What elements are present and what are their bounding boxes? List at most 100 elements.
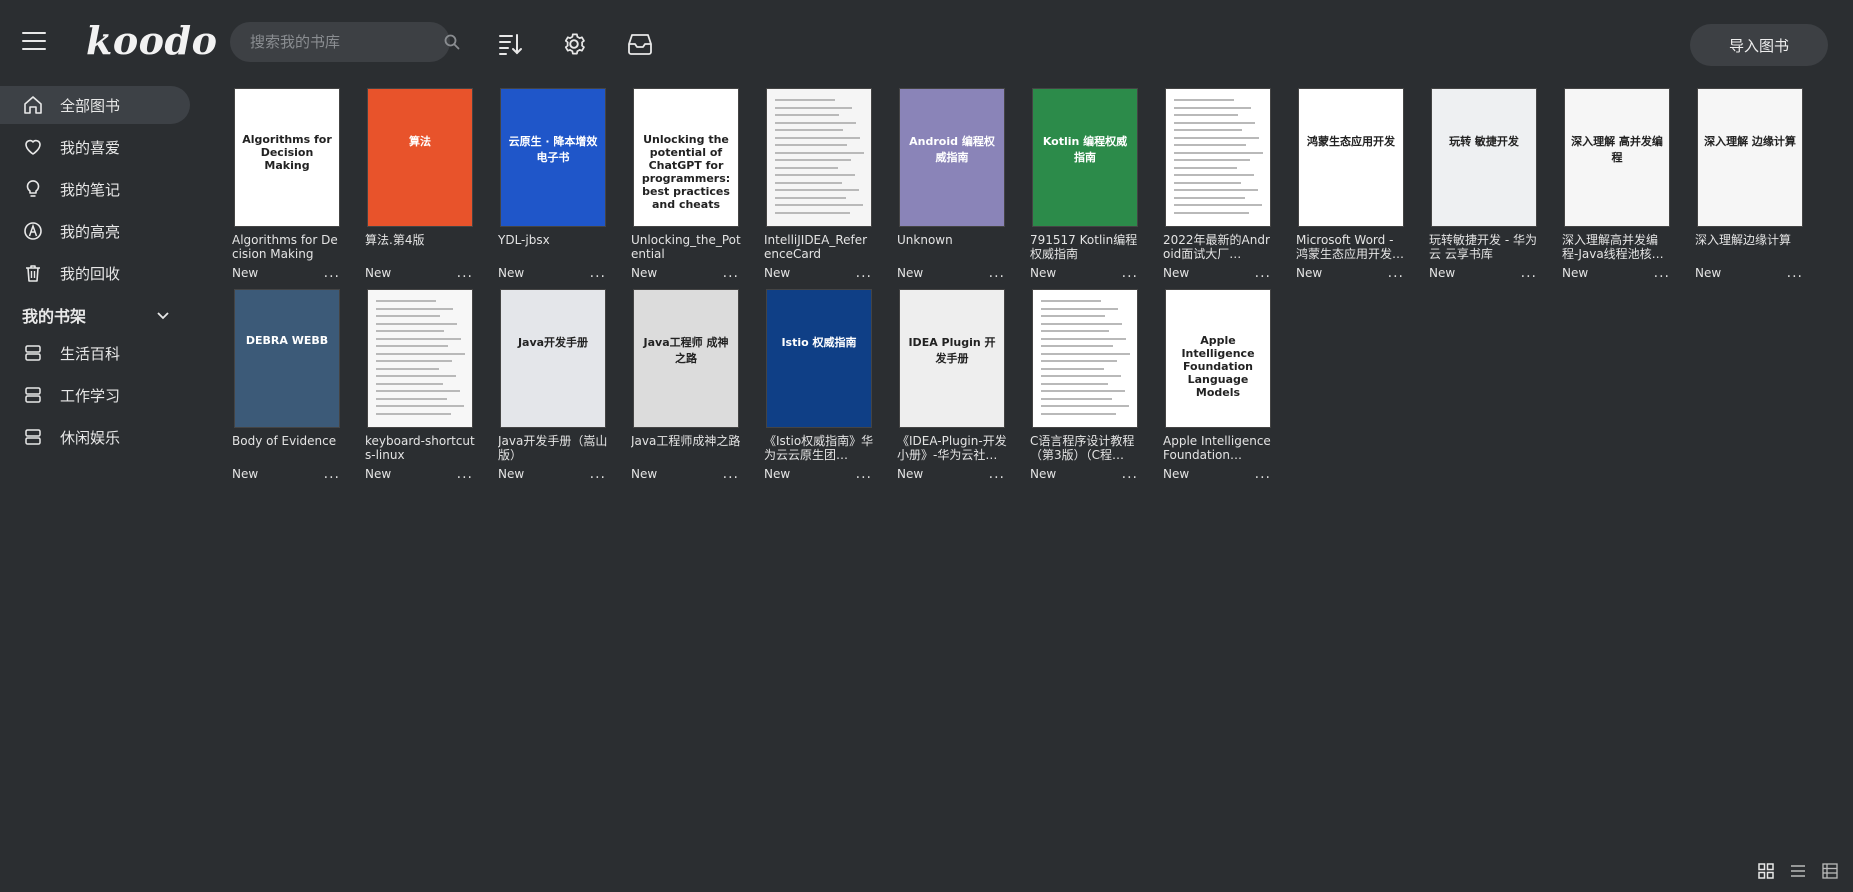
book-cover[interactable]	[1032, 289, 1138, 428]
sidebar-item-label: 我的喜爱	[60, 138, 121, 157]
book-card[interactable]: Algorithms for Decision Making Algorithms…	[232, 88, 342, 280]
cover-text-line	[775, 144, 847, 146]
book-cover[interactable]	[766, 88, 872, 227]
book-cover[interactable]: 鸿蒙生态应用开发	[1298, 88, 1404, 227]
book-cover[interactable]: 云原生 · 降本增效电子书	[500, 88, 606, 227]
book-status-badge: New	[232, 467, 259, 481]
shelf-item-label: 工作学习	[60, 386, 121, 405]
book-meta: New...	[1030, 266, 1140, 280]
search-input[interactable]	[250, 33, 444, 51]
book-card[interactable]: C语言程序设计教程（第3版）（C程… New...	[1030, 289, 1140, 481]
book-cover[interactable]: 算法	[367, 88, 473, 227]
book-title: IntelliJIDEA_ReferenceCard	[764, 233, 868, 261]
more-options-icon[interactable]: ...	[723, 266, 741, 280]
book-card[interactable]: Android 编程权威指南 Unknown New...	[897, 88, 1007, 280]
search-icon[interactable]	[444, 32, 460, 52]
book-cover-text: 算法	[409, 135, 431, 148]
cover-text-line	[775, 189, 859, 191]
book-card[interactable]: 深入理解 高并发编程 深入理解高并发编程-Java线程池核… New...	[1562, 88, 1672, 280]
more-options-icon[interactable]: ...	[856, 266, 874, 280]
shelf-item-leisure[interactable]: 休闲娱乐	[0, 418, 190, 456]
book-card[interactable]: 深入理解 边缘计算 深入理解边缘计算 New...	[1695, 88, 1805, 280]
more-options-icon[interactable]: ...	[856, 467, 874, 481]
search-box[interactable]	[230, 22, 460, 62]
book-cover[interactable]: IDEA Plugin 开发手册	[899, 289, 1005, 428]
table-view-icon[interactable]	[1821, 862, 1839, 880]
shelf-item-work[interactable]: 工作学习	[0, 376, 190, 414]
more-options-icon[interactable]: ...	[1122, 467, 1140, 481]
book-cover[interactable]: Unlocking the potential of ChatGPT for p…	[633, 88, 739, 227]
book-cover[interactable]: Android 编程权威指南	[899, 88, 1005, 227]
book-card[interactable]: 玩转 敏捷开发 玩转敏捷开发 - 华为云 云享书库 New...	[1429, 88, 1539, 280]
book-cover[interactable]: Apple Intelligence Foundation Language M…	[1165, 289, 1271, 428]
sidebar-item-notes[interactable]: 我的笔记	[0, 170, 190, 208]
more-options-icon[interactable]: ...	[723, 467, 741, 481]
book-cover[interactable]: 深入理解 高并发编程	[1564, 88, 1670, 227]
more-options-icon[interactable]: ...	[457, 467, 475, 481]
grid-view-icon[interactable]	[1757, 862, 1775, 880]
sidebar-item-all-books[interactable]: 全部图书	[0, 86, 190, 124]
book-card[interactable]: Apple Intelligence Foundation Language M…	[1163, 289, 1273, 481]
more-options-icon[interactable]: ...	[457, 266, 475, 280]
shelf-header[interactable]: 我的书架	[0, 296, 190, 334]
menu-icon[interactable]	[22, 32, 46, 54]
book-card[interactable]: Istio 权威指南 《Istio权威指南》华为云云原生团… New...	[764, 289, 874, 481]
more-options-icon[interactable]: ...	[590, 266, 608, 280]
book-cover[interactable]: Algorithms for Decision Making	[234, 88, 340, 227]
book-card[interactable]: DEBRA WEBB Body of Evidence New...	[232, 289, 342, 481]
book-cover[interactable]	[367, 289, 473, 428]
book-card[interactable]: Unlocking the potential of ChatGPT for p…	[631, 88, 741, 280]
sidebar-item-trash[interactable]: 我的回收	[0, 254, 190, 292]
chevron-down-icon[interactable]	[156, 306, 170, 325]
more-options-icon[interactable]: ...	[989, 467, 1007, 481]
book-cover[interactable]: Kotlin 编程权威指南	[1032, 88, 1138, 227]
book-card[interactable]: Java开发手册 Java开发手册（嵩山版） New...	[498, 289, 608, 481]
inbox-icon[interactable]	[626, 30, 654, 58]
book-cover[interactable]: Java工程师 成神之路	[633, 289, 739, 428]
book-cover-text: Apple Intelligence Foundation Language M…	[1181, 334, 1255, 399]
sort-icon[interactable]	[496, 30, 524, 58]
more-options-icon[interactable]: ...	[1255, 467, 1273, 481]
list-view-icon[interactable]	[1789, 862, 1807, 880]
more-options-icon[interactable]: ...	[1388, 266, 1406, 280]
book-card[interactable]: 鸿蒙生态应用开发 Microsoft Word - 鸿蒙生态应用开发… New...	[1296, 88, 1406, 280]
gear-icon[interactable]	[560, 30, 588, 58]
book-cover[interactable]: 深入理解 边缘计算	[1697, 88, 1803, 227]
book-cover[interactable]: DEBRA WEBB	[234, 289, 340, 428]
book-cover[interactable]: 玩转 敏捷开发	[1431, 88, 1537, 227]
import-books-button[interactable]: 导入图书	[1690, 24, 1828, 66]
book-status-badge: New	[1429, 266, 1456, 280]
more-options-icon[interactable]: ...	[324, 467, 342, 481]
more-options-icon[interactable]: ...	[1654, 266, 1672, 280]
book-title: 《IDEA-Plugin-开发小册》-华为云社…	[897, 434, 1007, 462]
book-card[interactable]: IntelliJIDEA_ReferenceCard New...	[764, 88, 874, 280]
cover-text-line	[1041, 345, 1113, 347]
book-card[interactable]: 云原生 · 降本增效电子书 YDL-jbsx New...	[498, 88, 608, 280]
more-options-icon[interactable]: ...	[1255, 266, 1273, 280]
more-options-icon[interactable]: ...	[590, 467, 608, 481]
book-card[interactable]: 2022年最新的Android面试大厂… New...	[1163, 88, 1273, 280]
book-card[interactable]: IDEA Plugin 开发手册《IDEA-Plugin-开发小册》-华为云社……	[897, 289, 1007, 481]
book-cover[interactable]: Istio 权威指南	[766, 289, 872, 428]
cover-text-line	[1041, 375, 1121, 377]
book-cover[interactable]	[1165, 88, 1271, 227]
more-options-icon[interactable]: ...	[989, 266, 1007, 280]
book-title: YDL-jbsx	[498, 233, 550, 247]
cover-text-line	[1041, 322, 1122, 325]
book-cover-text: 玩转 敏捷开发	[1449, 135, 1519, 148]
book-card[interactable]: Kotlin 编程权威指南 791517 Kotlin编程权威指南 New...	[1030, 88, 1140, 280]
book-card[interactable]: keyboard-shortcuts-linux New...	[365, 289, 475, 481]
more-options-icon[interactable]: ...	[1122, 266, 1140, 280]
book-card[interactable]: Java工程师 成神之路 Java工程师成神之路 New...	[631, 289, 741, 481]
cover-text-line	[775, 136, 860, 139]
sidebar-item-highlights[interactable]: 我的高亮	[0, 212, 190, 250]
more-options-icon[interactable]: ...	[1787, 266, 1805, 280]
book-cover[interactable]: Java开发手册	[500, 289, 606, 428]
cover-text-line	[376, 405, 464, 407]
more-options-icon[interactable]: ...	[1521, 266, 1539, 280]
shelf-item-life[interactable]: 生活百科	[0, 334, 190, 372]
sidebar-item-favorites[interactable]: 我的喜爱	[0, 128, 190, 166]
book-card[interactable]: 算法 算法.第4版 New...	[365, 88, 475, 280]
more-options-icon[interactable]: ...	[324, 266, 342, 280]
sidebar-item-label: 我的笔记	[60, 180, 121, 199]
